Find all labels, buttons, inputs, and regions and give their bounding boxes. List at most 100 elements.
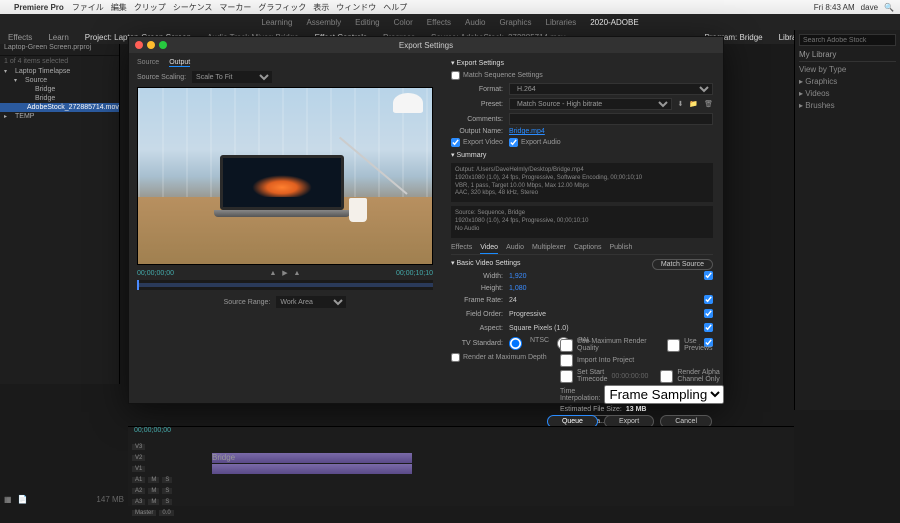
- ws-tab-2020-ADOBE[interactable]: 2020-ADOBE: [590, 18, 638, 27]
- vtab-Video[interactable]: Video: [480, 242, 498, 254]
- menu-ウィンドウ[interactable]: ウィンドウ: [336, 3, 376, 12]
- export-audio-checkbox[interactable]: [509, 138, 518, 147]
- ws-tab-Learning[interactable]: Learning: [261, 18, 292, 27]
- import-project-checkbox[interactable]: [560, 354, 573, 367]
- view-by[interactable]: View by Type: [799, 65, 896, 74]
- match-source-button[interactable]: Match Source: [652, 259, 713, 270]
- track[interactable]: V1: [132, 464, 790, 474]
- export-preview: Source Output Source Scaling: Scale To F…: [129, 53, 441, 403]
- out-timecode[interactable]: 00;00;10;10: [396, 270, 433, 277]
- scaling-label: Source Scaling:: [137, 74, 186, 81]
- workspace-bar: Learning Assembly Editing Color Effects Audio…: [0, 14, 900, 30]
- project-item[interactable]: Bridge: [0, 94, 119, 103]
- import-preset-icon[interactable]: 📁: [689, 100, 698, 108]
- project-item[interactable]: TEMP: [0, 112, 119, 121]
- mac-menubar: Premiere Pro ファイル編集クリップシーケンスマーカーグラフィック表示…: [0, 0, 900, 14]
- summary-source: Source: Sequence, Bridge 1920x1080 (1.0)…: [451, 206, 713, 237]
- dialog-title: Export Settings: [399, 41, 453, 50]
- track[interactable]: A1MS: [132, 475, 790, 485]
- spotlight-icon[interactable]: 🔍: [884, 3, 894, 12]
- width-field[interactable]: 1,920: [509, 273, 527, 280]
- track[interactable]: Master0.0: [132, 508, 790, 518]
- clock: Fri 8:43 AM: [814, 3, 855, 12]
- comments-input[interactable]: [509, 113, 713, 125]
- timeline-panel[interactable]: 00;00;00;00 V3V2BridgeV1A1MSA2MSA3MSMast…: [128, 426, 794, 506]
- source-range-select[interactable]: Work Area: [276, 296, 346, 308]
- new-bin-icon[interactable]: ▦: [4, 495, 12, 504]
- video-preview: [137, 87, 433, 265]
- footer: ▦ 📄 147 MB: [0, 492, 128, 506]
- ws-tab-Assembly[interactable]: Assembly: [306, 18, 341, 27]
- save-preset-icon[interactable]: ⬇: [678, 100, 684, 108]
- ws-tab-Effects[interactable]: Effects: [427, 18, 451, 27]
- menu-マーカー[interactable]: マーカー: [219, 3, 251, 12]
- lib-section[interactable]: ▸ Videos: [799, 89, 896, 98]
- ntsc-radio[interactable]: [509, 337, 522, 350]
- library-dropdown[interactable]: My Library: [799, 50, 896, 62]
- preset-select[interactable]: Match Source - High bitrate: [509, 98, 672, 110]
- start-tc-checkbox[interactable]: [560, 370, 573, 383]
- max-quality-checkbox[interactable]: [560, 339, 573, 352]
- track[interactable]: V2Bridge: [132, 453, 790, 463]
- new-item-icon[interactable]: 📄: [18, 495, 28, 504]
- track[interactable]: V3: [132, 442, 790, 452]
- vtab-Effects[interactable]: Effects: [451, 242, 472, 254]
- panel-tab[interactable]: Effects: [0, 33, 40, 42]
- project-item[interactable]: AdobeStock_272885714.mov: [0, 103, 119, 112]
- filter-text: 1 of 4 items selected: [0, 56, 119, 67]
- field-order[interactable]: Progressive: [509, 311, 546, 318]
- app-name[interactable]: Premiere Pro: [14, 3, 64, 12]
- in-timecode[interactable]: 00;00;00;00: [137, 270, 174, 277]
- alpha-checkbox[interactable]: [660, 370, 673, 383]
- time-interp-select[interactable]: Frame Sampling: [604, 385, 724, 404]
- minimize-icon[interactable]: [147, 41, 155, 49]
- project-item[interactable]: Source: [0, 76, 119, 85]
- vtab-Publish[interactable]: Publish: [609, 242, 632, 254]
- project-item[interactable]: Bridge: [0, 85, 119, 94]
- project-panel: Laptop-Green Screen.prproj 1 of 4 items …: [0, 44, 120, 384]
- lib-section[interactable]: ▸ Graphics: [799, 77, 896, 86]
- ws-tab-Graphics[interactable]: Graphics: [500, 18, 532, 27]
- menu-ファイル[interactable]: ファイル: [72, 3, 104, 12]
- menu-クリップ[interactable]: クリップ: [134, 3, 166, 12]
- mem-meter: 147 MB: [96, 495, 124, 504]
- timeline-tc[interactable]: 00;00;00;00: [134, 427, 171, 434]
- use-previews-checkbox[interactable]: [667, 339, 680, 352]
- ws-tab-Libraries[interactable]: Libraries: [546, 18, 577, 27]
- track[interactable]: A2MS: [132, 486, 790, 496]
- menu-ヘルプ[interactable]: ヘルプ: [383, 3, 407, 12]
- delete-preset-icon[interactable]: 🗑: [704, 100, 713, 108]
- menu-シーケンス[interactable]: シーケンス: [173, 3, 213, 12]
- ws-tab-Color[interactable]: Color: [394, 18, 413, 27]
- scrub-bar[interactable]: [137, 280, 433, 290]
- ws-tab-Audio[interactable]: Audio: [465, 18, 485, 27]
- aspect-field[interactable]: Square Pixels (1.0): [509, 325, 569, 332]
- menu-表示[interactable]: 表示: [313, 3, 329, 12]
- close-icon[interactable]: [135, 41, 143, 49]
- export-video-checkbox[interactable]: [451, 138, 460, 147]
- max-depth-checkbox[interactable]: [451, 353, 460, 362]
- project-item[interactable]: Laptop Timelapse: [0, 67, 119, 76]
- menu-グラフィック[interactable]: グラフィック: [258, 3, 306, 12]
- scaling-select[interactable]: Scale To Fit: [192, 71, 272, 83]
- project-tab[interactable]: Laptop-Green Screen.prproj: [4, 44, 91, 55]
- clip[interactable]: [212, 464, 412, 474]
- tab-output[interactable]: Output: [169, 59, 190, 67]
- tab-source[interactable]: Source: [137, 59, 159, 67]
- search-input[interactable]: [799, 34, 896, 46]
- menu-編集[interactable]: 編集: [111, 3, 127, 12]
- vtab-Audio[interactable]: Audio: [506, 242, 524, 254]
- fps-field[interactable]: 24: [509, 297, 517, 304]
- width-lock[interactable]: [704, 271, 713, 280]
- zoom-icon[interactable]: [159, 41, 167, 49]
- ws-tab-Editing[interactable]: Editing: [355, 18, 379, 27]
- panel-tab[interactable]: Learn: [40, 33, 76, 42]
- match-seq-checkbox[interactable]: [451, 71, 460, 80]
- output-name-link[interactable]: Bridge.mp4: [509, 128, 545, 135]
- vtab-Multiplexer[interactable]: Multiplexer: [532, 242, 566, 254]
- clip[interactable]: Bridge: [212, 453, 412, 463]
- vtab-Captions[interactable]: Captions: [574, 242, 602, 254]
- height-field[interactable]: 1,080: [509, 285, 527, 292]
- format-select[interactable]: H.264: [509, 83, 713, 95]
- lib-section[interactable]: ▸ Brushes: [799, 101, 896, 110]
